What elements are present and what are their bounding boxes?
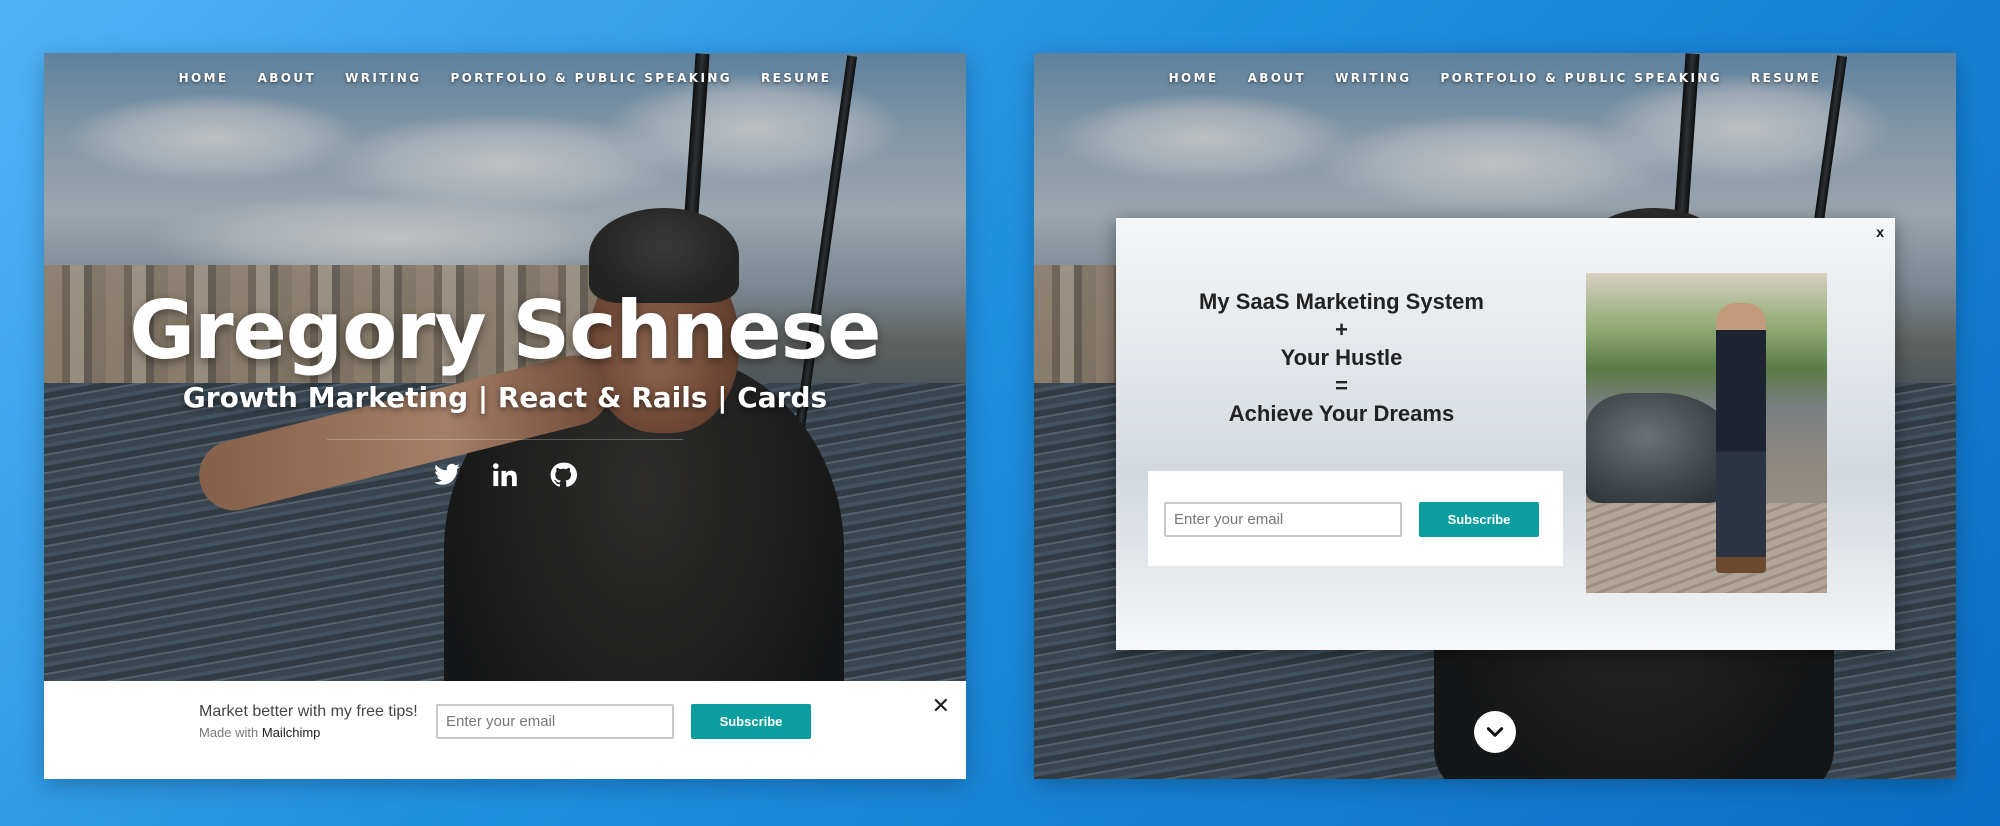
subscribe-button[interactable]: Subscribe: [1419, 502, 1539, 537]
scroll-down-button[interactable]: [1474, 711, 1516, 753]
email-field[interactable]: [436, 704, 674, 739]
modal-heading-line: =: [1335, 373, 1348, 398]
modal-heading-line: Your Hustle: [1280, 345, 1403, 370]
nav-home[interactable]: HOME: [179, 67, 229, 89]
modal-close-button[interactable]: x: [1876, 224, 1884, 240]
nav-about[interactable]: ABOUT: [1248, 67, 1307, 89]
close-icon[interactable]: ✕: [932, 695, 950, 717]
modal-photo: [1586, 273, 1827, 593]
hero-title: Gregory Schnese: [129, 284, 881, 377]
car: [1586, 393, 1736, 503]
brick-pavement: [1586, 503, 1827, 593]
nav-writing[interactable]: WRITING: [1335, 67, 1411, 89]
nav-portfolio[interactable]: PORTFOLIO & PUBLIC SPEAKING: [1440, 67, 1722, 89]
nav-about[interactable]: ABOUT: [258, 67, 317, 89]
right-screenshot: HOME ABOUT WRITING PORTFOLIO & PUBLIC SP…: [1034, 53, 1956, 779]
mailchimp-text: Market better with my free tips! Made wi…: [199, 703, 418, 740]
twitter-icon[interactable]: [433, 461, 461, 489]
nav-writing[interactable]: WRITING: [345, 67, 421, 89]
standing-person: [1716, 303, 1766, 573]
linkedin-icon[interactable]: [491, 461, 519, 489]
modal-heading-line: My SaaS Marketing System: [1199, 289, 1484, 314]
email-field[interactable]: [1164, 502, 1402, 537]
hero-background-photo: [44, 53, 966, 779]
modal-heading-line: +: [1335, 317, 1348, 342]
nav-portfolio[interactable]: PORTFOLIO & PUBLIC SPEAKING: [450, 67, 732, 89]
hero-subtitle: Growth Marketing | React & Rails | Cards: [182, 381, 828, 414]
left-screenshot: HOME ABOUT WRITING PORTFOLIO & PUBLIC SP…: [44, 53, 966, 779]
signup-headline: Market better with my free tips!: [199, 703, 418, 720]
mailchimp-signup-bar: Market better with my free tips! Made wi…: [44, 681, 966, 779]
nav-home[interactable]: HOME: [1169, 67, 1219, 89]
nav-resume[interactable]: RESUME: [1751, 67, 1821, 89]
chevron-down-icon: [1486, 727, 1504, 737]
photo-overlay: [44, 53, 966, 779]
social-links: [44, 461, 966, 489]
top-nav: HOME ABOUT WRITING PORTFOLIO & PUBLIC SP…: [44, 67, 966, 89]
modal-heading: My SaaS Marketing System + Your Hustle =…: [1147, 288, 1536, 428]
signup-modal: x My SaaS Marketing System + Your Hustle…: [1116, 218, 1895, 650]
modal-signup-form: Subscribe: [1148, 471, 1563, 566]
nav-resume[interactable]: RESUME: [761, 67, 831, 89]
github-icon[interactable]: [549, 461, 577, 489]
made-with-label: Made with: [199, 725, 259, 740]
subscribe-button[interactable]: Subscribe: [691, 704, 811, 739]
modal-heading-line: Achieve Your Dreams: [1228, 401, 1455, 426]
divider: [327, 439, 683, 440]
mailchimp-link[interactable]: Mailchimp: [262, 725, 321, 740]
top-nav: HOME ABOUT WRITING PORTFOLIO & PUBLIC SP…: [1034, 67, 1956, 89]
made-with-mailchimp: Made with Mailchimp: [199, 725, 418, 740]
